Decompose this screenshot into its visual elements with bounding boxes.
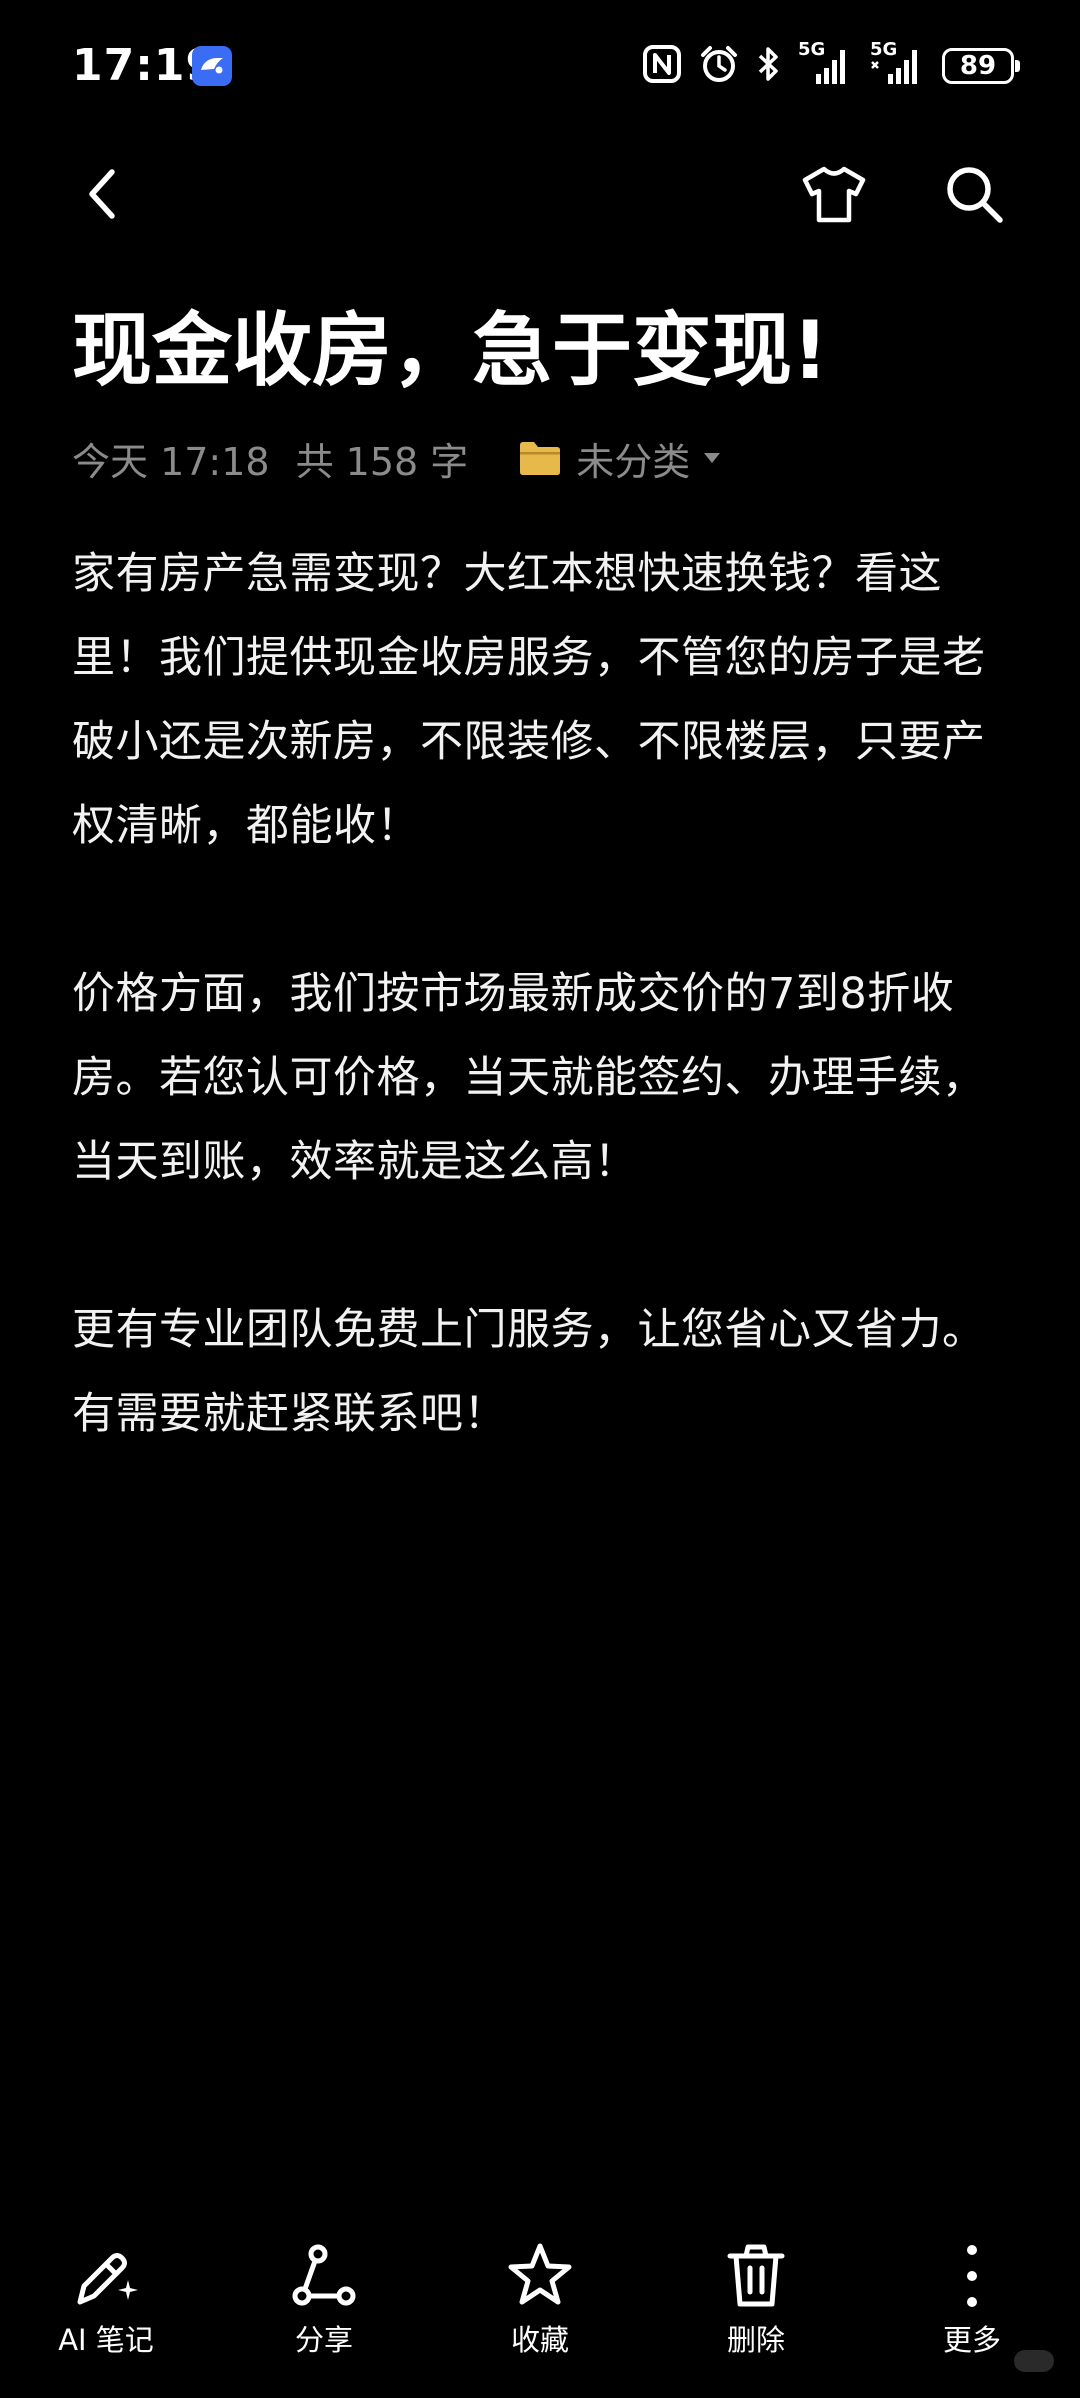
share-button[interactable]: 分享: [234, 2240, 414, 2360]
favorite-button[interactable]: 收藏: [450, 2240, 630, 2360]
folder-selector[interactable]: 未分类: [518, 431, 722, 486]
word-count: 共 158 字: [295, 439, 469, 484]
share-label: 分享: [294, 2323, 353, 2357]
battery-icon: 89: [942, 48, 1020, 84]
nfc-icon: [642, 44, 682, 88]
battery-level: 89: [959, 51, 997, 81]
ai-note-label: AI 笔记: [58, 2323, 154, 2357]
signal-icon: 5G: [798, 40, 854, 86]
chevron-down-icon: [704, 453, 721, 463]
bluetooth-icon: [756, 44, 782, 88]
status-bar: 17:19 5G 5G 89: [0, 0, 1080, 130]
folder-icon: [520, 442, 561, 475]
star-icon: [508, 2243, 572, 2305]
theme-button[interactable]: [796, 156, 872, 232]
delete-label: 删除: [726, 2323, 785, 2357]
share-icon: [292, 2244, 356, 2306]
app-notification-icon: [192, 46, 232, 86]
search-icon: [947, 167, 1003, 223]
back-icon: [89, 169, 115, 219]
folder-label: 未分类: [576, 439, 691, 484]
alarm-icon: [698, 43, 740, 89]
status-icons: 5G 5G 89: [642, 40, 1020, 92]
more-label: 更多: [942, 2323, 1001, 2357]
tshirt-icon: [802, 166, 866, 223]
bottom-toolbar: AI 笔记 分享 收藏 删除 更多: [0, 2240, 1080, 2380]
more-button[interactable]: 更多: [882, 2240, 1062, 2360]
note-title[interactable]: 现金收房，急于变现!: [72, 296, 1012, 406]
note-paragraph: 价格方面，我们按市场最新成交价的7到8折收房。若您认可价格，当天就能签约、办理手…: [72, 969, 986, 1187]
note-body[interactable]: 家有房产急需变现？大红本想快速换钱？看这里！我们提供现金收房服务，不管您的房子是…: [72, 532, 1014, 1540]
ai-pen-icon: [77, 2253, 138, 2305]
more-vertical-icon: [967, 2245, 977, 2307]
ai-note-button[interactable]: AI 笔记: [16, 2240, 196, 2360]
note-date: 今天 17:18: [72, 439, 270, 484]
search-button[interactable]: [936, 156, 1012, 232]
note-paragraph: 家有房产急需变现？大红本想快速换钱？看这里！我们提供现金收房服务，不管您的房子是…: [72, 549, 986, 851]
trash-icon: [727, 2244, 785, 2307]
note-paragraph: 更有专业团队免费上门服务，让您省心又省力。有需要就赶紧联系吧！: [72, 1305, 986, 1439]
signal-icon-2: 5G: [870, 40, 926, 86]
note-meta: 今天 17:18 共 158 字 未分类: [72, 428, 722, 488]
watermark: [1014, 2350, 1054, 2372]
back-button[interactable]: [66, 156, 142, 232]
delete-button[interactable]: 删除: [666, 2240, 846, 2360]
favorite-label: 收藏: [510, 2323, 569, 2357]
